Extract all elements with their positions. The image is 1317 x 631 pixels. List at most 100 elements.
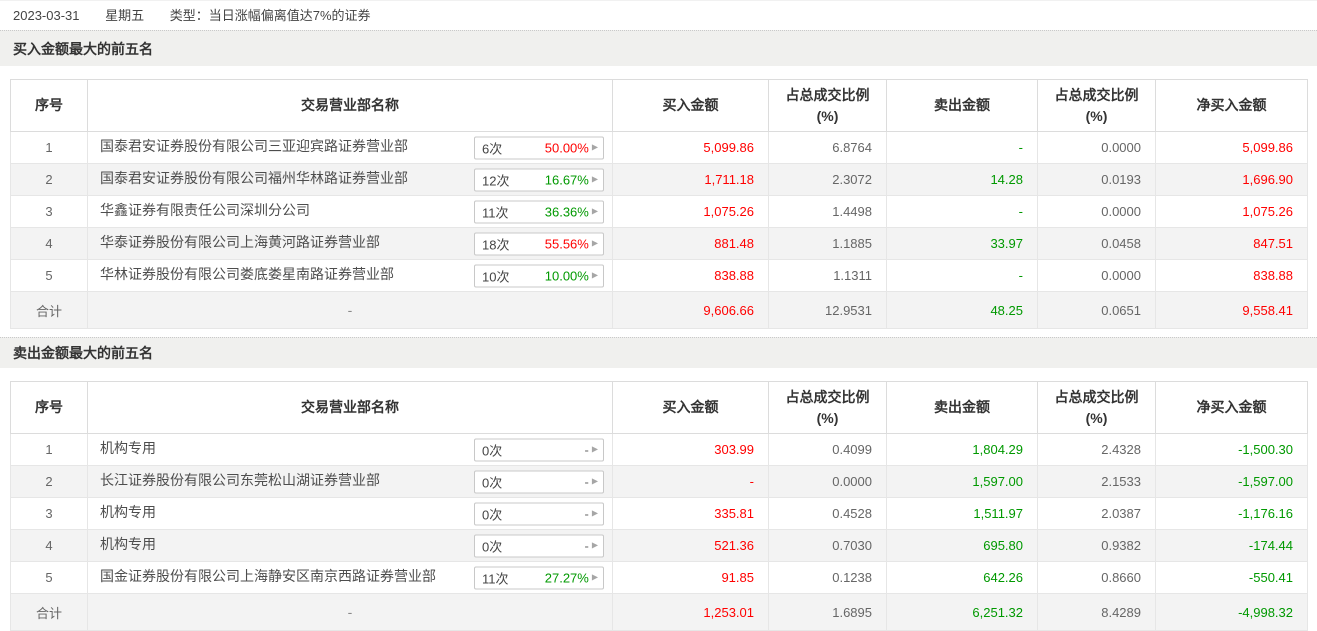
sell-amount-cell: 1,511.97: [887, 498, 1038, 530]
sell-pct-cell: 0.0000: [1038, 260, 1156, 292]
expand-arrow-icon: ▶: [592, 176, 598, 184]
col-header-4: 卖出金额: [887, 80, 1038, 132]
buy-pct-cell: 0.4528: [769, 498, 887, 530]
table-row: 5国金证券股份有限公司上海静安区南京西路证券营业部11次27.27%▶91.85…: [11, 562, 1308, 594]
col-header-0: 序号: [11, 382, 88, 434]
net-amount-cell: -174.44: [1156, 530, 1308, 562]
sell-pct-cell: 0.0000: [1038, 196, 1156, 228]
seq-cell: 1: [11, 132, 88, 164]
rank-badge[interactable]: 0次-▶: [474, 502, 604, 525]
col-header-1: 交易营业部名称: [88, 382, 613, 434]
sell-table-body: 1机构专用0次-▶303.990.40991,804.292.4328-1,50…: [11, 434, 1308, 631]
sell-pct-cell: 0.0458: [1038, 228, 1156, 260]
rank-badge[interactable]: 12次 16.67%▶: [474, 168, 604, 191]
expand-arrow-icon: ▶: [592, 272, 598, 280]
table-row: 1国泰君安证券股份有限公司三亚迎宾路证券营业部6次50.00%▶5,099.86…: [11, 132, 1308, 164]
badge-percent: 27.27%: [545, 570, 589, 585]
sell-amount-cell: 642.26: [887, 562, 1038, 594]
table-row: 2国泰君安证券股份有限公司福州华林路证券营业部12次16.67%▶1,711.1…: [11, 164, 1308, 196]
col-header-4: 卖出金额: [887, 382, 1038, 434]
branch-name: 华泰证券股份有限公司上海黄河路证券营业部: [100, 232, 380, 252]
buy-amount-cell: -: [613, 466, 769, 498]
seq-cell: 5: [11, 260, 88, 292]
table-row: 4机构专用0次-▶521.360.7030695.800.9382-174.44: [11, 530, 1308, 562]
net-amount-cell: 1,696.90: [1156, 164, 1308, 196]
report-weekday: 星期五: [105, 8, 144, 23]
net-amount-cell: 847.51: [1156, 228, 1308, 260]
net-amount-cell: 9,558.41: [1156, 292, 1308, 329]
badge-count: 0次: [482, 440, 502, 459]
seq-cell: 3: [11, 196, 88, 228]
sell-pct-cell: 2.1533: [1038, 466, 1156, 498]
expand-arrow-icon: ▶: [592, 478, 598, 486]
badge-count: 11次: [482, 202, 509, 221]
branch-cell: 机构专用0次-▶: [88, 530, 613, 562]
buy-pct-cell: 1.1885: [769, 228, 887, 260]
branch-name: 国泰君安证券股份有限公司福州华林路证券营业部: [100, 168, 408, 188]
sell-pct-cell: 2.4328: [1038, 434, 1156, 466]
buy-pct-cell: 1.1311: [769, 260, 887, 292]
sell-amount-cell: 1,597.00: [887, 466, 1038, 498]
sell-pct-cell: 0.0193: [1038, 164, 1156, 196]
badge-count: 0次: [482, 504, 502, 523]
section-title-sell: 卖出金额最大的前五名: [0, 337, 1317, 368]
table-row: 1机构专用0次-▶303.990.40991,804.292.4328-1,50…: [11, 434, 1308, 466]
badge-percent: -: [585, 538, 589, 553]
buy-amount-cell: 303.99: [613, 434, 769, 466]
seq-cell: 4: [11, 228, 88, 260]
buy-amount-cell: 1,711.18: [613, 164, 769, 196]
rank-badge[interactable]: 0次-▶: [474, 470, 604, 493]
buy-amount-cell: 335.81: [613, 498, 769, 530]
branch-cell: 国泰君安证券股份有限公司福州华林路证券营业部 12次 16.67%▶: [88, 164, 613, 196]
total-label-cell: 合计: [11, 594, 88, 631]
badge-count: 12次: [482, 170, 509, 189]
net-amount-cell: -1,597.00: [1156, 466, 1308, 498]
report-date: 2023-03-31: [13, 8, 80, 23]
badge-percent: -: [585, 506, 589, 521]
rank-badge[interactable]: 0次-▶: [474, 534, 604, 557]
branch-cell: 机构专用0次-▶: [88, 498, 613, 530]
badge-count: 6次: [482, 138, 502, 157]
sell-amount-cell: 33.97: [887, 228, 1038, 260]
total-label-cell: 合计: [11, 292, 88, 329]
net-amount-cell: -4,998.32: [1156, 594, 1308, 631]
buy-pct-cell: 2.3072: [769, 164, 887, 196]
rank-badge[interactable]: 11次27.27%▶: [474, 566, 604, 589]
total-row: 合计-9,606.6612.953148.250.06519,558.41: [11, 292, 1308, 329]
rank-badge[interactable]: 18次 55.56%▶: [474, 232, 604, 255]
branch-cell: 国泰君安证券股份有限公司三亚迎宾路证券营业部6次50.00%▶: [88, 132, 613, 164]
net-amount-cell: -1,176.16: [1156, 498, 1308, 530]
rank-badge[interactable]: 11次36.36%▶: [474, 200, 604, 223]
sell-amount-cell: -: [887, 196, 1038, 228]
seq-cell: 2: [11, 466, 88, 498]
buy-amount-cell: 1,253.01: [613, 594, 769, 631]
dragon-tiger-list-page: 2023-03-31 星期五 类型：当日涨幅偏离值达7%的证券 买入金额最大的前…: [0, 0, 1317, 631]
badge-count: 10次: [482, 266, 509, 285]
col-header-6: 净买入金额: [1156, 382, 1308, 434]
branch-name: 华林证券股份有限公司娄底娄星南路证券营业部: [100, 264, 394, 284]
expand-arrow-icon: ▶: [592, 240, 598, 248]
report-info-bar: 2023-03-31 星期五 类型：当日涨幅偏离值达7%的证券: [0, 0, 1317, 30]
badge-percent: 16.67%: [545, 172, 589, 187]
rank-badge[interactable]: 10次10.00%▶: [474, 264, 604, 287]
branch-cell: 华鑫证券有限责任公司深圳分公司 11次36.36%▶: [88, 196, 613, 228]
col-header-3: 占总成交比例 (%): [769, 382, 887, 434]
rank-badge[interactable]: 6次50.00%▶: [474, 136, 604, 159]
rank-badge[interactable]: 0次-▶: [474, 438, 604, 461]
buy-pct-cell: 0.7030: [769, 530, 887, 562]
table-row: 4华泰证券股份有限公司上海黄河路证券营业部18次55.56%▶881.481.1…: [11, 228, 1308, 260]
buy-pct-cell: 12.9531: [769, 292, 887, 329]
buy-pct-cell: 1.6895: [769, 594, 887, 631]
total-name-cell: -: [88, 292, 613, 329]
branch-name: 机构专用: [100, 438, 156, 458]
buy-table-body: 1国泰君安证券股份有限公司三亚迎宾路证券营业部6次50.00%▶5,099.86…: [11, 132, 1308, 329]
badge-percent: 55.56%: [545, 236, 589, 251]
buy-top5-table: 序号交易营业部名称买入金额占总成交比例 (%)卖出金额占总成交比例 (%)净买入…: [10, 79, 1308, 329]
branch-name: 华鑫证券有限责任公司深圳分公司: [100, 200, 310, 220]
expand-arrow-icon: ▶: [592, 144, 598, 152]
sell-amount-cell: 6,251.32: [887, 594, 1038, 631]
badge-count: 18次: [482, 234, 509, 253]
sell-amount-cell: 1,804.29: [887, 434, 1038, 466]
total-name-cell: -: [88, 594, 613, 631]
table-header-row: 序号交易营业部名称买入金额占总成交比例 (%)卖出金额占总成交比例 (%)净买入…: [11, 80, 1308, 132]
